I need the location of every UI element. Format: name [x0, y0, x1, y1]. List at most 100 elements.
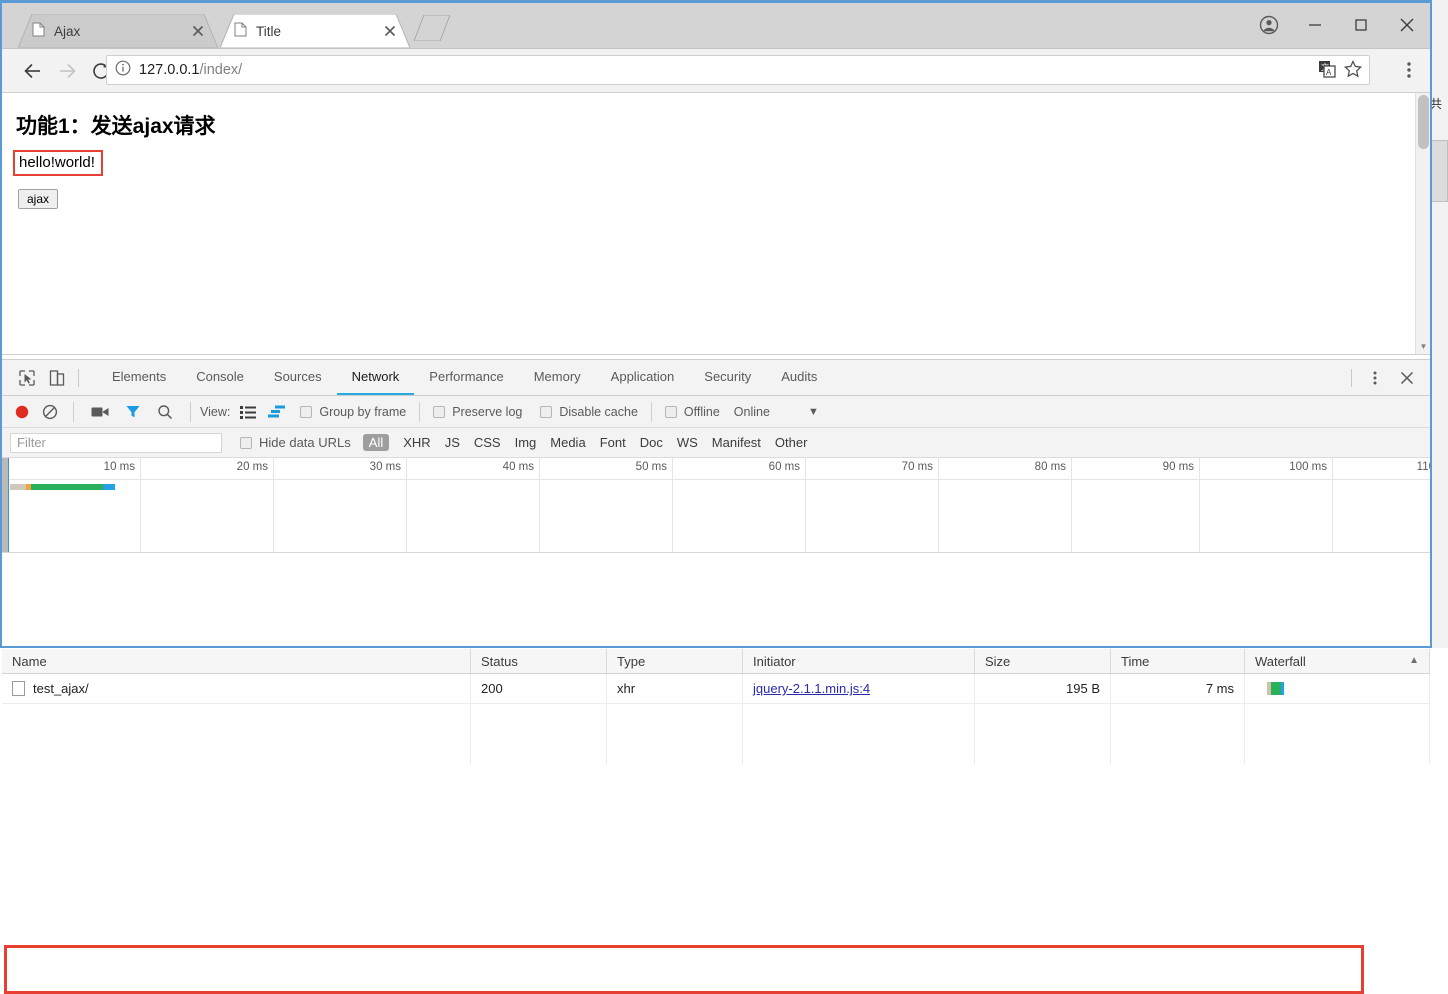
sort-ascending-icon[interactable]: ▲ — [1409, 655, 1419, 666]
ajax-button[interactable]: ajax — [18, 189, 59, 209]
address-bar-url: 127.0.0.1/index/ — [139, 62, 242, 78]
maximize-icon[interactable] — [1338, 3, 1384, 47]
ruler-tick-label: 20 ms — [236, 461, 268, 473]
background-window-title: 共 — [1430, 97, 1443, 111]
browser-tab-ajax[interactable]: Ajax — [18, 14, 218, 48]
preserve-log-checkbox[interactable]: Preserve log — [433, 405, 522, 419]
ruler-tick-label: 40 ms — [502, 461, 534, 473]
device-toolbar-icon[interactable] — [42, 363, 72, 393]
row-checkbox[interactable] — [12, 681, 25, 696]
list-view-icon[interactable] — [240, 405, 257, 419]
kebab-menu-icon[interactable] — [1360, 363, 1390, 393]
tab-console[interactable]: Console — [181, 360, 259, 395]
tab-application[interactable]: Application — [596, 360, 690, 395]
tab-audits[interactable]: Audits — [766, 360, 832, 395]
column-header-waterfall[interactable]: Waterfall ▲ — [1245, 649, 1430, 673]
account-icon[interactable] — [1246, 3, 1292, 47]
browser-tab-title[interactable]: Title — [220, 14, 410, 48]
devtools-tabbar-actions — [1345, 360, 1422, 395]
kebab-menu-icon[interactable] — [1398, 59, 1420, 86]
throttling-value[interactable]: Online — [734, 405, 770, 419]
table-row[interactable]: test_ajax/ 200 xhr jquery-2.1.1.min.js:4… — [2, 674, 1430, 704]
scroll-down-icon[interactable]: ▼ — [1416, 339, 1430, 354]
network-overview-timeline[interactable]: 10 ms 20 ms 30 ms 40 ms 50 ms 60 ms 70 m… — [2, 458, 1430, 553]
column-header-status[interactable]: Status — [471, 649, 607, 673]
disable-cache-checkbox[interactable]: Disable cache — [540, 405, 638, 419]
filter-all[interactable]: All — [362, 434, 390, 451]
funnel-icon[interactable] — [125, 404, 141, 420]
camera-icon[interactable] — [91, 405, 109, 419]
gridline — [805, 458, 806, 552]
cell-name[interactable]: test_ajax/ — [2, 674, 471, 703]
filter-xhr[interactable]: XHR — [403, 435, 430, 450]
waterfall-view-icon[interactable] — [268, 405, 286, 419]
url-path: /index/ — [199, 62, 243, 78]
column-header-size[interactable]: Size — [975, 649, 1111, 673]
close-icon[interactable] — [190, 23, 206, 39]
search-input[interactable]: Filter — [10, 432, 222, 453]
browser-tab-label: Ajax — [54, 23, 81, 39]
omnibox-actions: 文A — [1317, 59, 1363, 84]
star-icon[interactable] — [1343, 59, 1363, 84]
forward-arrow-icon — [50, 54, 84, 88]
filter-img[interactable]: Img — [515, 435, 537, 450]
initiator-link[interactable]: jquery-2.1.1.min.js:4 — [753, 681, 870, 696]
divider — [1351, 368, 1352, 387]
checkbox-box[interactable] — [240, 436, 252, 449]
column-header-name[interactable]: Name — [2, 649, 471, 673]
column-header-type[interactable]: Type — [607, 649, 743, 673]
gridline — [539, 458, 540, 552]
checkbox-box[interactable] — [433, 405, 446, 418]
filter-manifest[interactable]: Manifest — [712, 435, 761, 450]
translate-icon[interactable]: 文A — [1317, 59, 1337, 84]
url-host: 127.0.0.1 — [139, 62, 200, 78]
filter-css[interactable]: CSS — [474, 435, 501, 450]
back-arrow-icon[interactable] — [16, 54, 50, 88]
address-bar[interactable]: 127.0.0.1/index/ 文A — [106, 55, 1370, 85]
scrollbar-thumb[interactable] — [1418, 95, 1429, 149]
page-icon — [32, 22, 45, 40]
checkbox-box[interactable] — [664, 405, 677, 418]
tab-elements[interactable]: Elements — [97, 360, 181, 395]
filter-font[interactable]: Font — [600, 435, 626, 450]
filter-ws[interactable]: WS — [677, 435, 698, 450]
hide-data-urls-checkbox[interactable]: Hide data URLs — [240, 435, 351, 450]
close-icon[interactable] — [1392, 363, 1422, 393]
request-name: test_ajax/ — [33, 681, 89, 696]
filter-js[interactable]: JS — [445, 435, 460, 450]
browser-toolbar: 127.0.0.1/index/ 文A — [2, 49, 1430, 93]
cell-status: 200 — [471, 674, 607, 703]
tab-sources[interactable]: Sources — [259, 360, 337, 395]
minimize-icon[interactable] — [1292, 3, 1338, 47]
disable-cache-label: Disable cache — [559, 404, 638, 419]
chevron-down-icon[interactable]: ▼ — [808, 406, 819, 418]
info-circle-icon[interactable] — [115, 60, 131, 81]
browser-tab-label: Title — [256, 23, 282, 39]
page-title: 功能1：发送ajax请求 — [16, 115, 216, 138]
tab-network[interactable]: Network — [336, 360, 415, 395]
filter-doc[interactable]: Doc — [640, 435, 663, 450]
close-icon[interactable] — [1384, 3, 1430, 47]
new-tab-button[interactable] — [413, 14, 451, 42]
inspect-element-icon[interactable] — [12, 363, 42, 393]
column-header-time[interactable]: Time — [1111, 649, 1245, 673]
tab-security[interactable]: Security — [689, 360, 766, 395]
close-icon[interactable] — [382, 23, 398, 39]
filter-other[interactable]: Other — [775, 435, 808, 450]
record-icon[interactable] — [14, 404, 30, 420]
column-header-initiator[interactable]: Initiator — [743, 649, 975, 673]
offline-checkbox[interactable]: Offline — [664, 405, 720, 419]
checkbox-box[interactable] — [300, 405, 313, 418]
svg-text:A: A — [1326, 68, 1332, 77]
hide-data-urls-label: Hide data URLs — [259, 435, 351, 450]
gridline — [672, 458, 673, 552]
page-scrollbar[interactable]: ▲ ▼ — [1415, 93, 1430, 354]
group-by-frame-checkbox[interactable]: Group by frame — [300, 405, 406, 419]
filter-media[interactable]: Media — [550, 435, 585, 450]
tab-memory[interactable]: Memory — [519, 360, 596, 395]
column-header-waterfall-label: Waterfall — [1255, 653, 1306, 669]
tab-performance[interactable]: Performance — [414, 360, 518, 395]
checkbox-box[interactable] — [540, 405, 553, 418]
search-icon[interactable] — [157, 404, 173, 420]
clear-icon[interactable] — [42, 404, 58, 420]
